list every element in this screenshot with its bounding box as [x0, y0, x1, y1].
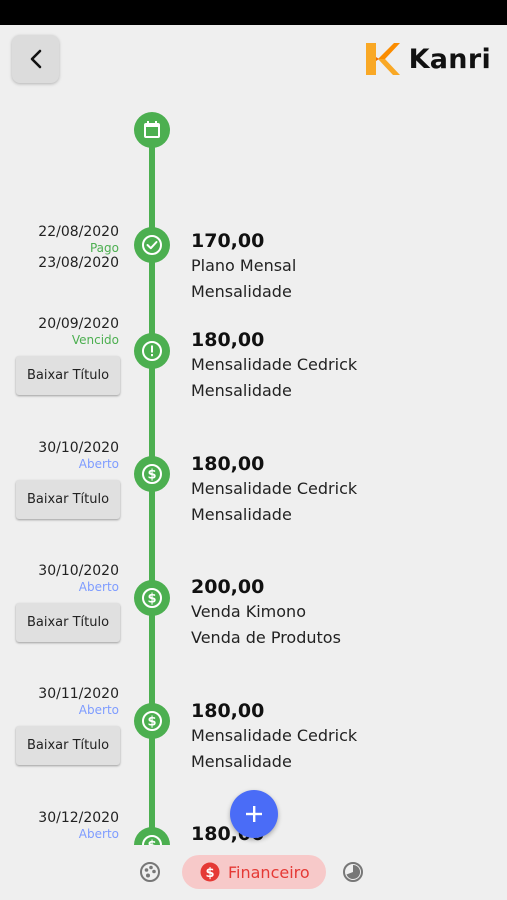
- entry-meta: 30/10/2020 Aberto: [0, 563, 119, 594]
- entry-date: 30/12/2020: [38, 810, 119, 826]
- entry-description: Venda Kimono: [191, 602, 306, 621]
- nav-item-financeiro[interactable]: $ Financeiro: [182, 855, 326, 889]
- chevron-left-icon: [30, 49, 41, 69]
- entry-category: Mensalidade: [191, 282, 292, 301]
- entry-details: 200,00 Venda Kimono Venda de Produtos: [191, 575, 341, 651]
- entry-meta: 20/09/2020 Vencido: [0, 316, 119, 347]
- nav-item-label: Financeiro: [228, 862, 310, 882]
- timeline-start-node: [134, 112, 170, 148]
- chart-pie-icon[interactable]: [342, 861, 364, 883]
- dollar-circle-icon: $: [142, 464, 162, 484]
- timeline-node: $: [134, 580, 170, 616]
- svg-text:$: $: [147, 468, 156, 483]
- entry-description: Mensalidade Cedrick: [191, 355, 358, 374]
- dollar-circle-icon: $: [142, 588, 162, 608]
- entry-amount: 200,00: [191, 576, 265, 598]
- entry-meta: 30/11/2020 Aberto: [0, 686, 119, 717]
- entry-meta: 30/10/2020 Aberto: [0, 440, 119, 471]
- entry-description: Mensalidade Cedrick: [191, 479, 358, 498]
- entry-status: Vencido: [71, 333, 119, 347]
- entry-status: Aberto: [78, 703, 119, 717]
- baixar-titulo-button[interactable]: Baixar Título: [16, 726, 120, 765]
- entry-amount: 170,00: [191, 230, 265, 252]
- status-bar: [0, 0, 507, 25]
- svg-text:$: $: [147, 715, 156, 730]
- dollar-icon: $: [200, 862, 220, 882]
- entry-details: 180,00 Mensalidade Cedrick Mensalidade: [191, 699, 357, 775]
- entry-meta: 30/12/2020 Aberto: [0, 810, 119, 841]
- check-circle-icon: [142, 235, 162, 255]
- entry-details: 170,00 Plano Mensal Mensalidade: [191, 229, 296, 305]
- timeline-node: [134, 333, 170, 369]
- timeline-node: $: [134, 456, 170, 492]
- app-logo: Kanri: [365, 40, 491, 78]
- add-button[interactable]: [230, 790, 278, 838]
- entry-paid-date: 23/08/2020: [38, 255, 119, 271]
- entry-date: 30/10/2020: [38, 563, 119, 579]
- back-button[interactable]: [12, 35, 59, 83]
- logo-text: Kanri: [408, 43, 491, 75]
- entry-status: Pago: [89, 241, 119, 255]
- entry-date: 22/08/2020: [38, 224, 119, 240]
- svg-text:$: $: [205, 866, 214, 881]
- entry-meta: 22/08/2020 Pago 23/08/2020: [0, 224, 119, 272]
- timeline-node: [134, 227, 170, 263]
- bottom-nav: $ Financeiro: [0, 845, 507, 900]
- entry-details: 180,00 Mensalidade Cedrick Mensalidade: [191, 452, 357, 528]
- timeline-node: $: [134, 703, 170, 739]
- entry-date: 30/11/2020: [38, 686, 119, 702]
- baixar-titulo-button[interactable]: Baixar Título: [16, 603, 120, 642]
- calendar-icon: [144, 121, 160, 138]
- entry-status: Aberto: [78, 457, 119, 471]
- plus-icon: [246, 806, 262, 822]
- entry-date: 20/09/2020: [38, 316, 119, 332]
- svg-text:$: $: [147, 592, 156, 607]
- entry-category: Mensalidade: [191, 381, 292, 400]
- entry-details: 180,00 Mensalidade Cedrick Mensalidade: [191, 328, 357, 404]
- baixar-titulo-button[interactable]: Baixar Título: [16, 356, 120, 395]
- dollar-circle-icon: $: [142, 711, 162, 731]
- entry-category: Mensalidade: [191, 752, 292, 771]
- palette-icon[interactable]: [139, 861, 161, 883]
- kanri-logo-icon: [365, 43, 400, 75]
- entry-status: Aberto: [78, 827, 119, 841]
- alert-circle-icon: [142, 341, 162, 361]
- entry-date: 30/10/2020: [38, 440, 119, 456]
- entry-category: Venda de Produtos: [191, 628, 341, 647]
- entry-amount: 180,00: [191, 453, 265, 475]
- entry-amount: 180,00: [191, 700, 265, 722]
- entry-status: Aberto: [78, 580, 119, 594]
- baixar-titulo-button[interactable]: Baixar Título: [16, 480, 120, 519]
- entry-description: Mensalidade Cedrick: [191, 726, 358, 745]
- entry-category: Mensalidade: [191, 505, 292, 524]
- entry-description: Plano Mensal: [191, 256, 297, 275]
- entry-amount: 180,00: [191, 329, 265, 351]
